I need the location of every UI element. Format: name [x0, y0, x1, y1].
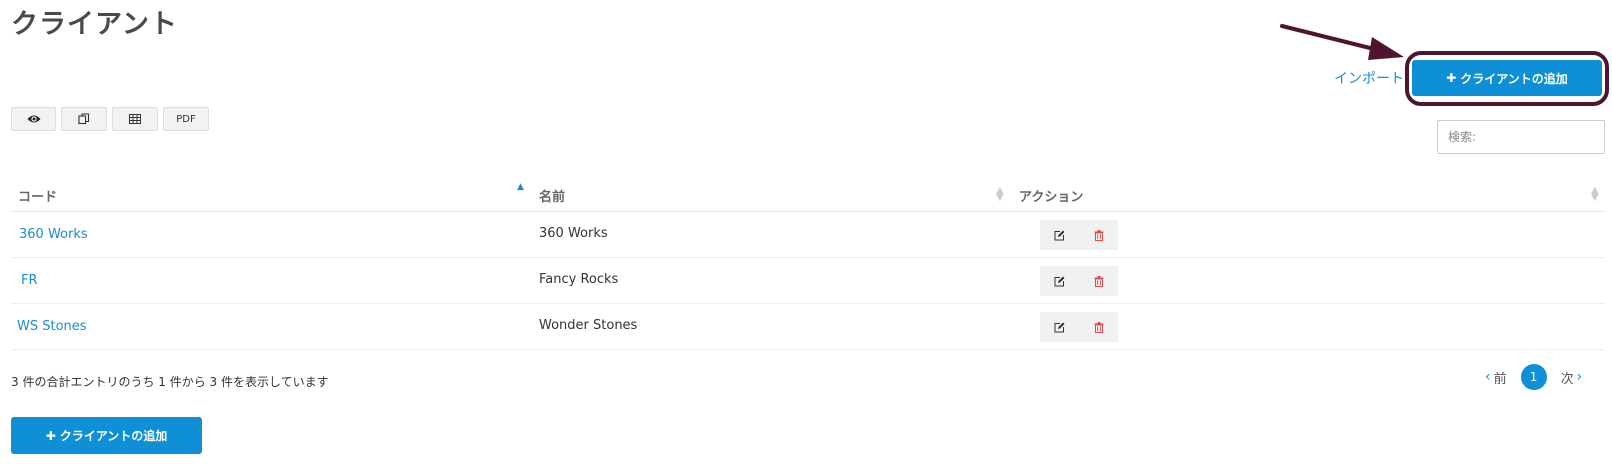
row-actions	[1040, 266, 1118, 296]
pagination: ‹ 前 1 次 ›	[1485, 364, 1582, 390]
table-row: FR Fancy Rocks	[11, 258, 1605, 304]
row-actions	[1040, 312, 1118, 342]
column-header-name[interactable]: 名前	[539, 186, 565, 205]
plus-icon: ✚	[45, 428, 56, 443]
sort-icon[interactable]: ▲ ▼	[996, 186, 1004, 203]
search-input[interactable]	[1437, 120, 1605, 154]
table-header: コード ▲ 名前 ▲ ▼ アクション ▲ ▼	[11, 178, 1605, 212]
client-name: 360 Works	[539, 226, 608, 241]
client-code-link[interactable]: FR	[21, 273, 38, 288]
prev-page-button[interactable]: ‹ 前	[1485, 368, 1507, 387]
column-visibility-button[interactable]	[11, 107, 56, 131]
trash-icon	[1094, 275, 1103, 287]
edit-icon	[1054, 230, 1065, 240]
edit-button[interactable]	[1040, 266, 1079, 296]
chevron-right-icon: ›	[1576, 369, 1583, 385]
client-code-link[interactable]: WS Stones	[17, 319, 87, 334]
add-client-label: クライアントの追加	[1460, 71, 1568, 86]
clients-table: コード ▲ 名前 ▲ ▼ アクション ▲ ▼ 360 Works 360 Works	[11, 178, 1605, 350]
chevron-left-icon: ‹	[1485, 369, 1491, 385]
page-title: クライアント	[11, 9, 178, 40]
edit-button[interactable]	[1040, 220, 1079, 250]
client-code-link[interactable]: 360 Works	[19, 227, 88, 242]
delete-button[interactable]	[1079, 312, 1118, 342]
import-link[interactable]: インポート	[1334, 68, 1404, 88]
column-header-code[interactable]: コード	[18, 186, 57, 205]
eye-icon	[27, 115, 40, 123]
trash-icon	[1094, 321, 1103, 333]
annotation-arrow	[1280, 24, 1404, 60]
client-name: Wonder Stones	[539, 318, 638, 333]
copy-icon	[78, 113, 90, 125]
next-page-button[interactable]: 次 ›	[1561, 368, 1583, 387]
edit-button[interactable]	[1040, 312, 1079, 342]
table-row: 360 Works 360 Works	[11, 212, 1605, 258]
sort-ascending-icon[interactable]: ▲	[517, 182, 524, 192]
copy-button[interactable]	[61, 107, 107, 131]
edit-icon	[1054, 322, 1065, 332]
add-client-button-bottom[interactable]: ✚ クライアントの追加	[11, 417, 202, 454]
pdf-export-button[interactable]: PDF	[163, 107, 209, 131]
export-toolbar: PDF	[11, 107, 209, 131]
table-row: WS Stones Wonder Stones	[11, 304, 1605, 350]
column-header-actions[interactable]: アクション	[1019, 186, 1083, 205]
add-client-label: クライアントの追加	[59, 429, 168, 443]
plus-icon: ✚	[1446, 71, 1457, 85]
trash-icon	[1094, 229, 1103, 241]
row-actions	[1040, 220, 1118, 250]
next-page-label: 次	[1560, 371, 1574, 387]
delete-button[interactable]	[1079, 266, 1118, 296]
sort-icon[interactable]: ▲ ▼	[1591, 186, 1599, 203]
excel-export-button[interactable]	[112, 107, 158, 131]
prev-page-label: 前	[1493, 371, 1507, 387]
table-icon	[129, 114, 141, 124]
client-name: Fancy Rocks	[539, 272, 619, 287]
add-client-button-top[interactable]: ✚ クライアントの追加	[1412, 60, 1602, 96]
table-info: 3 件の合計エントリのうち 1 件から 3 件を表示しています	[11, 375, 329, 389]
edit-icon	[1054, 276, 1065, 286]
page-number-current[interactable]: 1	[1520, 364, 1547, 390]
delete-button[interactable]	[1079, 220, 1118, 250]
